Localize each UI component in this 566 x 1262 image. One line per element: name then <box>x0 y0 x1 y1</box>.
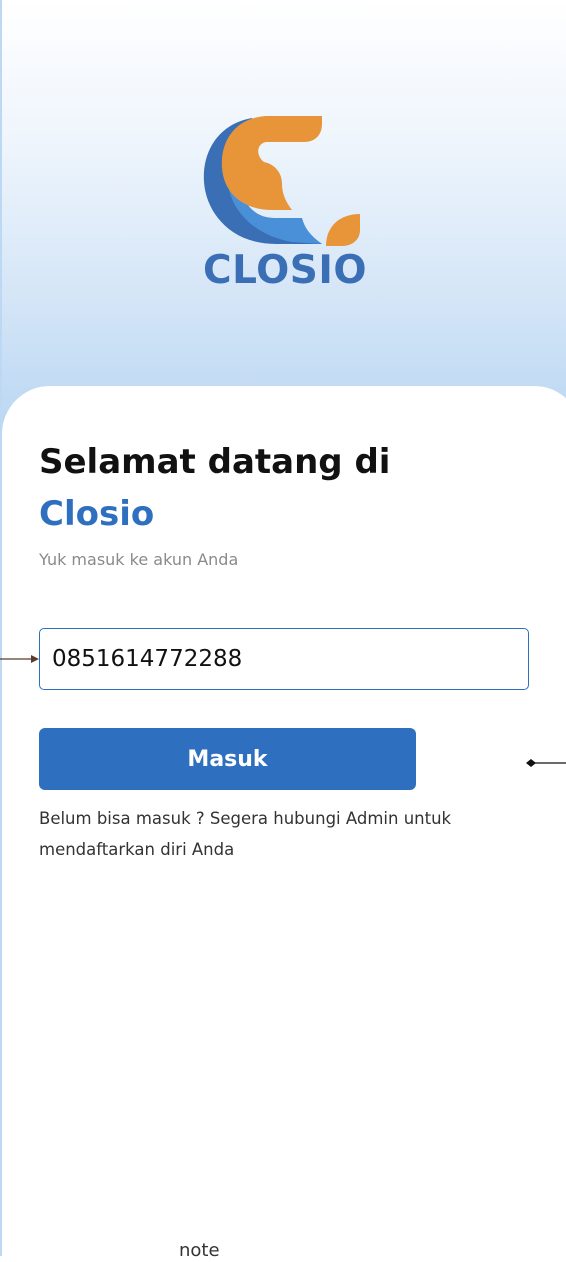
subtitle: Yuk masuk ke akun Anda <box>39 550 239 569</box>
login-screen: CLOSIO Selamat datang di Closio Yuk masu… <box>0 0 566 1256</box>
logo-wordmark: CLOSIO <box>203 248 367 293</box>
login-button[interactable]: Masuk <box>39 728 416 790</box>
note-label: note <box>179 1240 220 1261</box>
frame-left-edge <box>0 0 2 1256</box>
annotation-arrow-right-icon <box>0 655 39 663</box>
brand-name: Closio <box>39 494 155 534</box>
closio-logo: CLOSIO <box>200 110 370 293</box>
welcome-title: Selamat datang di <box>39 442 391 482</box>
help-text: Belum bisa masuk ? Segera hubungi Admin … <box>39 809 452 859</box>
annotation-connector-icon <box>526 759 566 767</box>
phone-number-input[interactable] <box>39 628 529 690</box>
closio-logo-mark <box>203 116 360 246</box>
